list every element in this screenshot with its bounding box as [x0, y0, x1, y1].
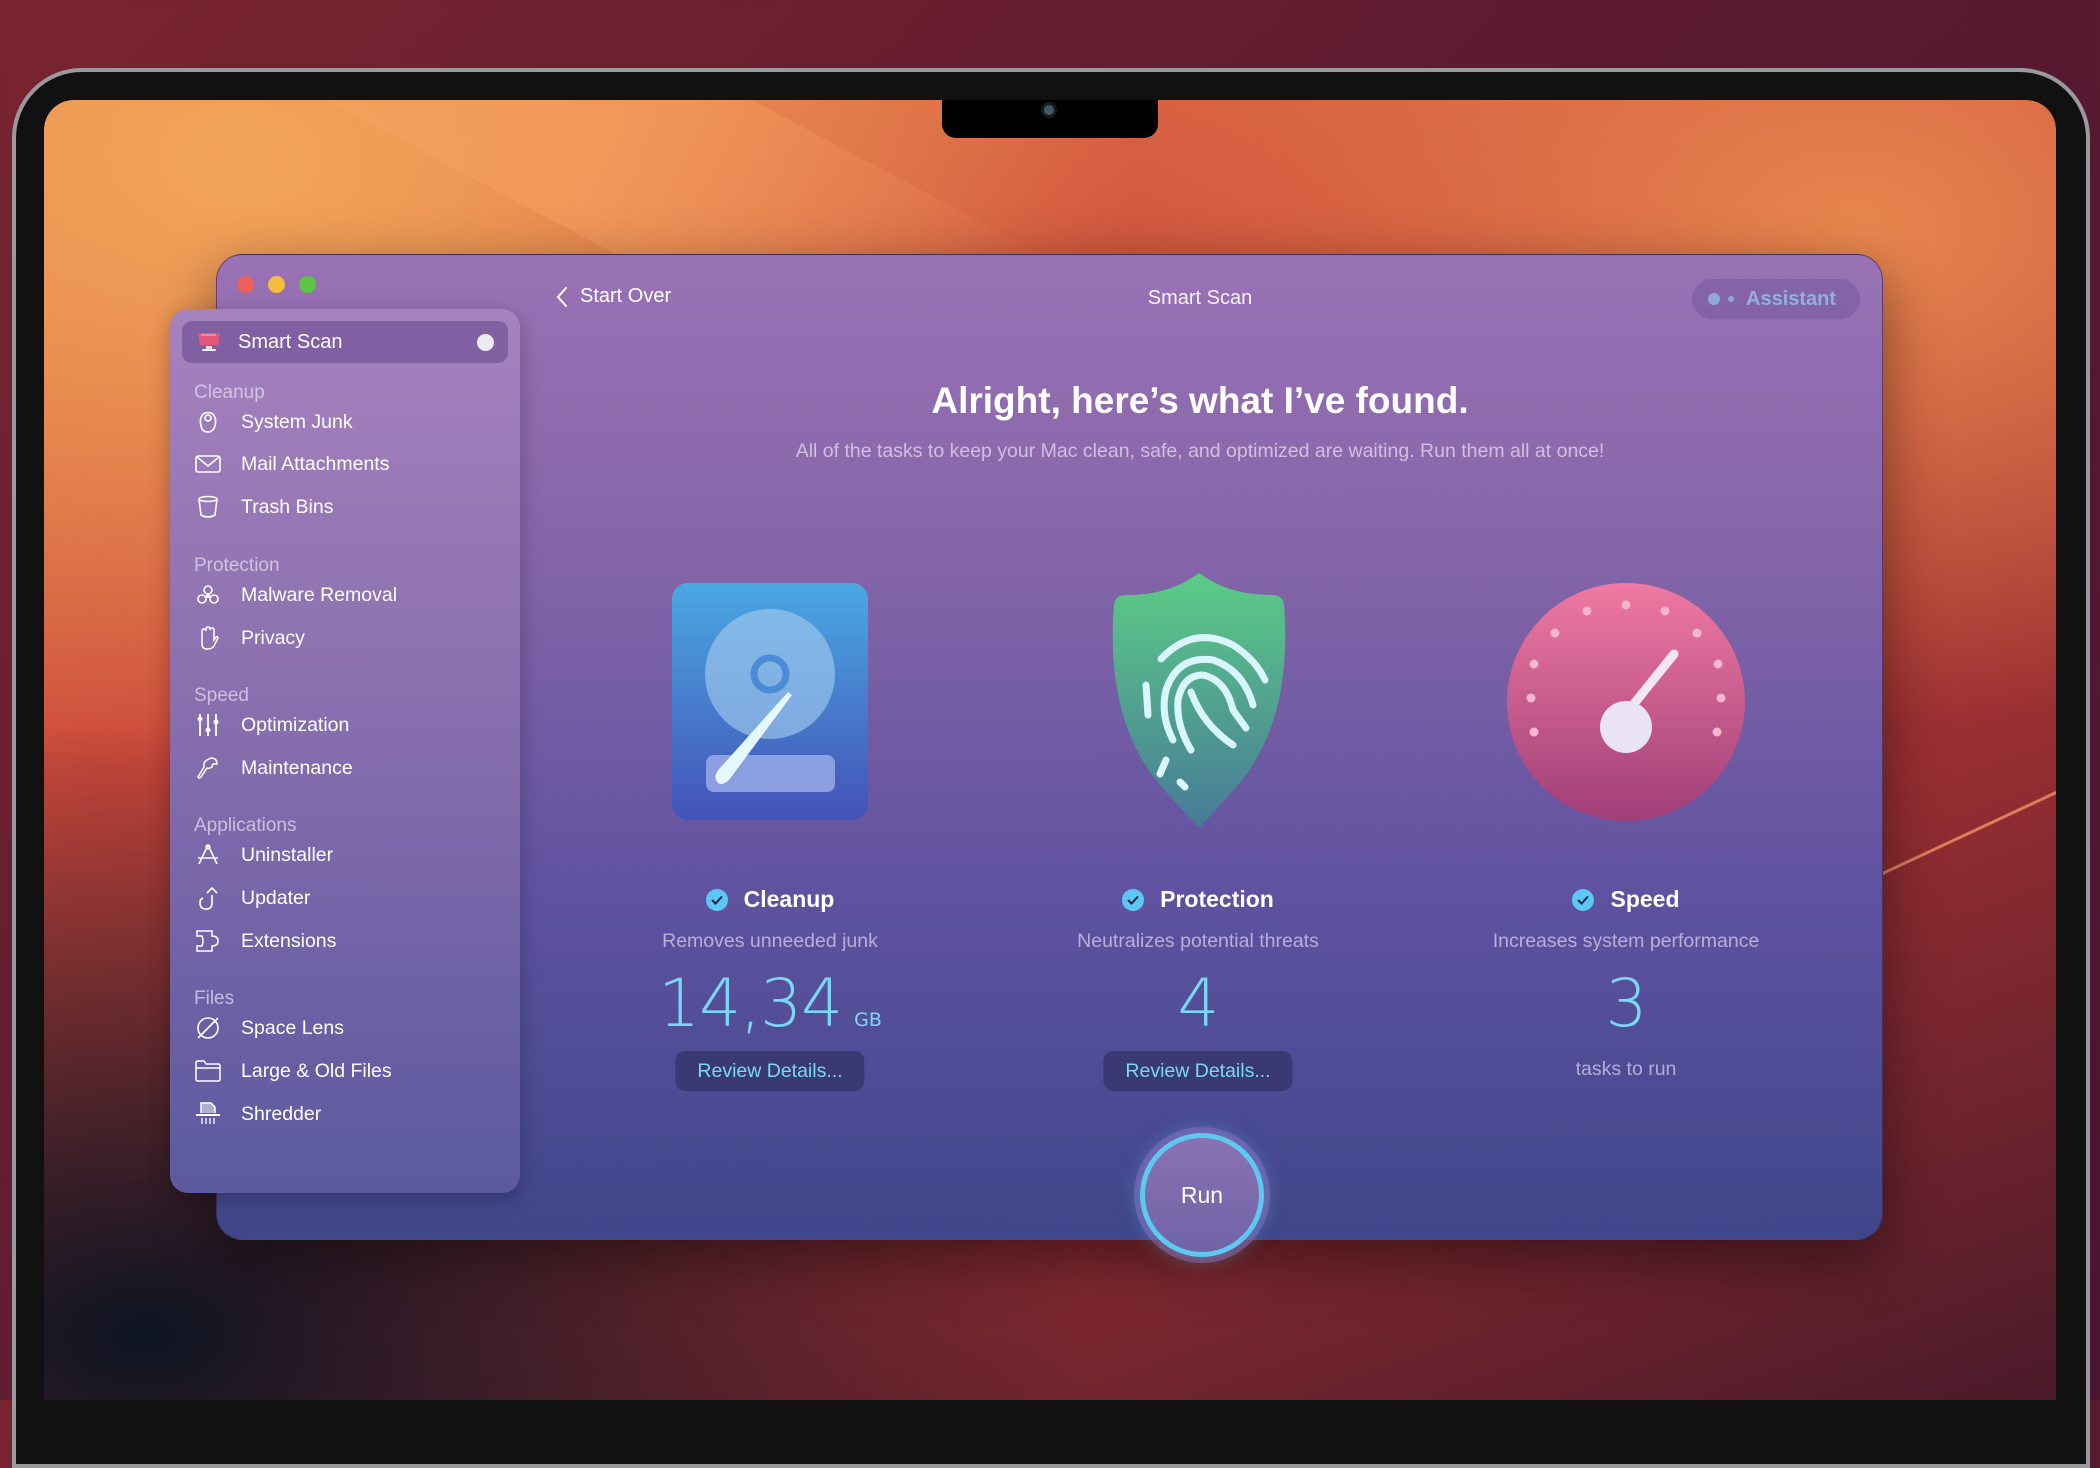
- sidebar-item-label: Smart Scan: [238, 330, 343, 353]
- cleanup-size-unit: GB: [854, 1009, 882, 1031]
- traffic-lights: [237, 276, 316, 293]
- cleanup-title: Cleanup: [560, 886, 980, 913]
- sidebar-item-uninstaller[interactable]: Uninstaller: [194, 839, 333, 871]
- sidebar-item-malware-removal[interactable]: Malware Removal: [194, 579, 397, 611]
- section-protection: Protection: [194, 555, 280, 576]
- sidebar-item-label: Space Lens: [241, 1016, 344, 1039]
- assistant-button[interactable]: Assistant: [1692, 279, 1860, 319]
- checkmark-icon: [705, 888, 728, 911]
- puzzle-icon: [194, 927, 222, 955]
- sidebar-item-label: Optimization: [241, 713, 350, 736]
- camera-notch: [942, 100, 1158, 138]
- speedometer-icon: [1416, 560, 1836, 830]
- sidebar-item-label: Shredder: [241, 1102, 322, 1125]
- sidebar-item-mail-attachments[interactable]: Mail Attachments: [194, 448, 389, 480]
- sidebar-item-smart-scan[interactable]: Smart Scan: [182, 321, 508, 363]
- sidebar-item-optimization[interactable]: Optimization: [194, 709, 349, 741]
- page-subtitle: All of the tasks to keep your Mac clean,…: [795, 440, 1605, 462]
- protection-description: Neutralizes potential threats: [1077, 930, 1319, 952]
- updater-icon: [194, 884, 222, 912]
- sidebar-item-extensions[interactable]: Extensions: [194, 925, 336, 957]
- hard-drive-icon: [560, 560, 980, 830]
- sidebar-item-label: Trash Bins: [241, 495, 334, 518]
- shield-fingerprint-icon: [988, 560, 1408, 830]
- section-applications: Applications: [194, 815, 297, 836]
- speed-task-count: 3: [1605, 965, 1648, 1042]
- section-cleanup: Cleanup: [194, 382, 265, 403]
- envelope-icon: [194, 450, 222, 478]
- cleanup-description: Removes unneeded junk: [662, 930, 878, 952]
- protection-title: Protection: [988, 886, 1408, 913]
- sidebar-item-shredder[interactable]: Shredder: [194, 1098, 321, 1130]
- start-over-button[interactable]: Start Over: [556, 285, 671, 308]
- close-window-button[interactable]: [237, 276, 254, 293]
- page-headline: Alright, here’s what I’ve found.: [931, 380, 1469, 421]
- sidebar-item-label: Large & Old Files: [241, 1059, 392, 1082]
- trash-bin-icon: [194, 493, 222, 521]
- section-files: Files: [194, 988, 235, 1009]
- sidebar-item-large-old-files[interactable]: Large & Old Files: [194, 1055, 392, 1087]
- sidebar-item-space-lens[interactable]: Space Lens: [194, 1012, 344, 1044]
- section-speed: Speed: [194, 685, 249, 706]
- cleanup-card: Cleanup Removes unneeded junk 14,34 GB Re…: [560, 560, 980, 1091]
- assistant-label: Assistant: [1746, 287, 1837, 310]
- camera-icon: [1044, 105, 1054, 115]
- maximize-window-button[interactable]: [299, 276, 316, 293]
- sidebar-item-updater[interactable]: Updater: [194, 882, 310, 914]
- uninstaller-icon: [194, 841, 222, 869]
- speed-card: Speed Increases system performance 3 tas…: [1416, 560, 1836, 1080]
- minimize-window-button[interactable]: [268, 276, 285, 293]
- protection-card: Protection Neutralizes potential threats…: [988, 560, 1408, 1091]
- window-title: Smart Scan: [1147, 287, 1253, 309]
- hand-icon: [194, 624, 222, 652]
- sliders-icon: [194, 711, 222, 739]
- folder-icon: [194, 1057, 222, 1085]
- start-over-label: Start Over: [580, 285, 672, 307]
- sidebar-item-maintenance[interactable]: Maintenance: [194, 752, 353, 784]
- speed-tasks-caption: tasks to run: [1575, 1058, 1677, 1080]
- speed-description: Increases system performance: [1492, 930, 1760, 952]
- planet-icon: [194, 1014, 222, 1042]
- sidebar: Smart Scan Cleanup System Junk Mail Atta…: [170, 309, 520, 1193]
- sidebar-item-system-junk[interactable]: System Junk: [194, 406, 353, 438]
- chevron-left-icon: [556, 286, 567, 307]
- sidebar-item-label: Malware Removal: [241, 583, 398, 606]
- protection-review-details-button[interactable]: Review Details...: [1103, 1051, 1293, 1091]
- cleanup-review-details-button[interactable]: Review Details...: [675, 1051, 865, 1091]
- biohazard-icon: [194, 581, 222, 609]
- shredder-icon: [194, 1100, 222, 1128]
- sidebar-item-label: System Junk: [241, 410, 353, 433]
- sidebar-item-label: Extensions: [241, 929, 337, 952]
- checkmark-icon: [1122, 888, 1145, 911]
- wrench-icon: [194, 754, 222, 782]
- protection-threat-count: 4: [1177, 965, 1220, 1042]
- assistant-dot-small-icon: [1728, 296, 1734, 302]
- sidebar-item-label: Privacy: [241, 626, 305, 649]
- sidebar-item-trash-bins[interactable]: Trash Bins: [194, 491, 333, 523]
- run-button[interactable]: Run: [1140, 1133, 1264, 1257]
- sidebar-item-label: Updater: [241, 886, 311, 909]
- system-junk-icon: [194, 408, 222, 436]
- sidebar-item-label: Mail Attachments: [241, 452, 390, 475]
- speed-title: Speed: [1416, 886, 1836, 913]
- assistant-dot-icon: [1708, 293, 1720, 305]
- monitor-icon: [196, 331, 222, 353]
- sidebar-item-label: Maintenance: [241, 756, 353, 779]
- scan-status-dot: [477, 334, 494, 351]
- cleanup-size-value: 14,34 GB: [658, 965, 882, 1042]
- sidebar-item-label: Uninstaller: [241, 843, 334, 866]
- checkmark-icon: [1572, 888, 1595, 911]
- sidebar-item-privacy[interactable]: Privacy: [194, 622, 305, 654]
